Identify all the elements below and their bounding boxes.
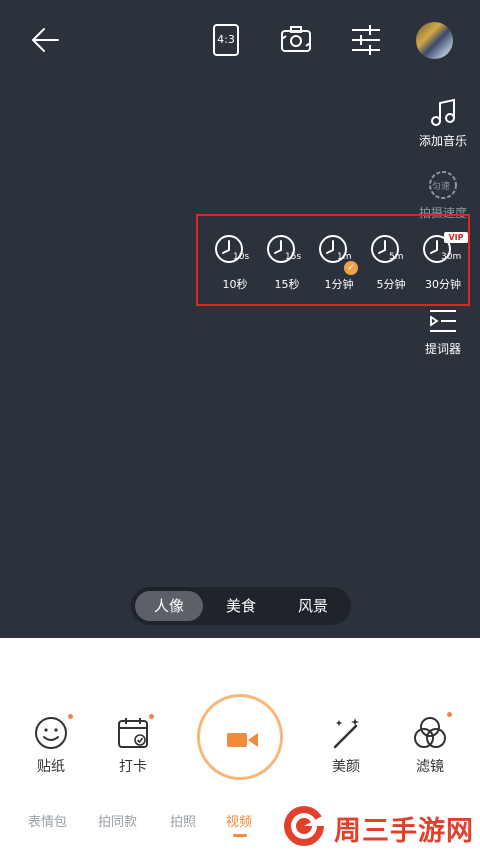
- scene-mode-switch: 人像 美食 风景: [131, 587, 351, 625]
- magic-wand-icon: [333, 718, 359, 749]
- duration-option-10s[interactable]: 10s 10秒: [212, 232, 258, 292]
- duration-option-1m[interactable]: 1m ✓ 1分钟: [316, 232, 362, 292]
- watermark-text: 周三手游网: [334, 816, 474, 847]
- add-music-label: 添加音乐: [418, 134, 467, 148]
- settings-button[interactable]: [351, 24, 381, 56]
- watermark-logo-icon: [284, 806, 326, 846]
- flip-camera-button[interactable]: [279, 25, 313, 55]
- mode-portrait[interactable]: 人像: [135, 591, 203, 621]
- notification-dot: [149, 714, 154, 719]
- speed-badge: 匀速: [432, 182, 451, 192]
- tab-same-style[interactable]: 拍同款: [98, 811, 137, 830]
- sliders-icon: [352, 25, 380, 55]
- teleprompter-icon: [430, 310, 456, 332]
- tab-video[interactable]: 视频: [226, 811, 252, 830]
- filter-button[interactable]: 滤镜: [400, 712, 460, 776]
- notification-dot: [68, 714, 73, 719]
- checkin-button[interactable]: 打卡: [103, 714, 163, 776]
- smiley-icon: [35, 717, 67, 749]
- duration-option-15s[interactable]: 15s 15秒: [264, 232, 310, 292]
- notification-dot: [447, 712, 452, 717]
- duration-sub: 30m: [441, 252, 462, 262]
- music-note-icon: [431, 98, 455, 126]
- duration-label: 5分钟: [376, 278, 406, 291]
- selected-check-icon: ✓: [344, 261, 358, 275]
- duration-label: 30分钟: [425, 278, 461, 291]
- site-watermark: 周三手游网: [282, 804, 478, 850]
- tab-photo[interactable]: 拍照: [170, 811, 196, 830]
- mode-landscape[interactable]: 风景: [279, 591, 347, 621]
- bottom-panel: 贴纸 打卡 美颜 滤镜 表情包 拍同款 拍照 视频 周三手游网: [0, 638, 480, 853]
- video-camera-icon: [227, 733, 258, 747]
- duration-sub: 5m: [389, 252, 404, 262]
- avatar[interactable]: [416, 22, 453, 59]
- tab-emoji[interactable]: 表情包: [28, 811, 67, 830]
- record-button[interactable]: [197, 694, 283, 780]
- arrow-left-icon: [32, 28, 59, 52]
- duration-sub: 10s: [233, 252, 250, 262]
- checkin-label: 打卡: [119, 759, 147, 775]
- duration-label: 10秒: [222, 278, 248, 291]
- duration-label: 1分钟: [324, 278, 354, 291]
- filter-label: 滤镜: [416, 759, 444, 775]
- back-button[interactable]: [30, 26, 60, 54]
- sticker-label: 贴纸: [37, 759, 65, 775]
- calendar-check-icon: [118, 718, 148, 748]
- duration-sub: 15s: [285, 252, 302, 262]
- duration-picker: 10s 10秒 15s 15秒 1m ✓ 1分钟 5m 5分钟 30m 30分钟…: [196, 214, 470, 306]
- active-tab-indicator: [233, 834, 247, 837]
- add-music-button[interactable]: 添加音乐: [413, 98, 473, 149]
- vip-badge: VIP: [444, 232, 468, 243]
- beauty-button[interactable]: 美颜: [316, 716, 376, 776]
- teleprompter-label: 提词器: [424, 342, 461, 356]
- beauty-label: 美颜: [332, 759, 360, 775]
- aspect-ratio-button[interactable]: 4:3: [213, 24, 239, 56]
- duration-label: 15秒: [274, 278, 300, 291]
- filter-circles-icon: [414, 717, 446, 748]
- teleprompter-button[interactable]: 提词器: [413, 308, 473, 357]
- sticker-button[interactable]: 贴纸: [21, 714, 81, 776]
- camera-flip-icon: [281, 26, 311, 52]
- duration-option-5m[interactable]: 5m 5分钟: [368, 232, 414, 292]
- mode-food[interactable]: 美食: [207, 591, 275, 621]
- camera-preview[interactable]: 4:3 添加音乐 匀速 拍摄速度 提词器 10s 10秒 15s 15秒 1m …: [0, 0, 480, 638]
